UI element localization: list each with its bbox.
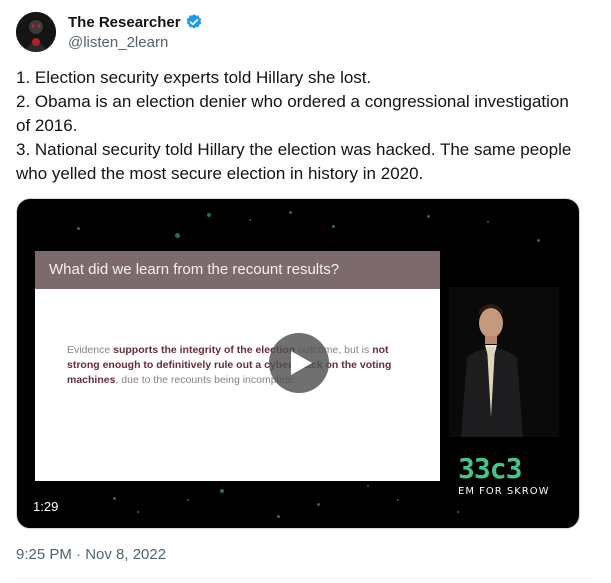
particle (77, 227, 80, 230)
display-name[interactable]: The Researcher (68, 14, 181, 31)
particle (289, 211, 292, 214)
event-logo-mirror-text: EM FOR SKROW (458, 486, 550, 497)
tweet-header: The Researcher @listen_2learn (16, 10, 596, 54)
tweet-line-2: 2. Obama is an election denier who order… (16, 92, 569, 135)
particle (317, 503, 320, 506)
event-logo: 33c3 (458, 452, 522, 485)
video-player[interactable]: What did we learn from the recount resul… (16, 198, 580, 529)
display-name-row: The Researcher (68, 12, 203, 32)
slide-title: What did we learn from the recount resul… (49, 261, 340, 278)
slide-text-part: Evidence (67, 344, 114, 356)
particle (175, 233, 180, 238)
play-icon (291, 351, 312, 375)
slide-text-bold: supports the integrity of the election (113, 344, 296, 356)
author-names: The Researcher @listen_2learn (68, 12, 203, 51)
tweet-timestamp[interactable]: 9:25 PM · Nov 8, 2022 (16, 546, 166, 563)
tweet-text: 1. Election security experts told Hillar… (16, 66, 586, 186)
particle (487, 221, 489, 223)
particle (537, 239, 540, 242)
particle (367, 485, 369, 487)
video-duration: 1:29 (29, 497, 63, 516)
play-button[interactable] (269, 333, 329, 393)
particle (457, 511, 459, 513)
particle (113, 497, 116, 500)
particle (397, 499, 399, 501)
particle (207, 213, 211, 217)
presentation-slide: What did we learn from the recount resul… (35, 251, 440, 481)
particle (187, 499, 189, 501)
avatar[interactable] (16, 12, 56, 52)
divider (16, 578, 594, 579)
particle (249, 219, 251, 221)
particle (137, 511, 139, 513)
particle (220, 489, 224, 493)
slide-body-text: Evidence supports the integrity of the e… (67, 343, 407, 388)
verified-badge-icon (185, 13, 203, 31)
particle (332, 225, 335, 228)
slide-title-bar: What did we learn from the recount resul… (35, 251, 440, 289)
particle (427, 215, 430, 218)
particle (277, 515, 280, 518)
tweet-line-1: 1. Election security experts told Hillar… (16, 68, 372, 87)
tweet-line-3: 3. National security told Hillary the el… (16, 140, 572, 183)
handle[interactable]: @listen_2learn (68, 34, 203, 51)
presenter-video (449, 287, 559, 437)
slide-text-part: , due to the recounts being incomplete. (115, 374, 297, 386)
